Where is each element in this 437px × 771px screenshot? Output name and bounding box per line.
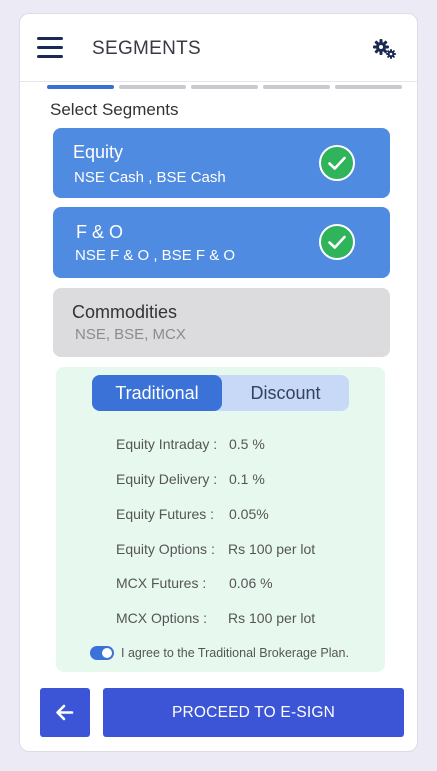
check-circle-icon (319, 145, 355, 181)
hamburger-menu-icon[interactable] (37, 37, 63, 59)
segment-commodities-card[interactable]: Commodities NSE, BSE, MCX (53, 288, 390, 357)
agree-row: I agree to the Traditional Brokerage Pla… (90, 645, 380, 663)
progress-step-2 (119, 85, 186, 89)
progress-step-3 (191, 85, 258, 89)
back-button[interactable] (40, 688, 90, 737)
rate-label: Equity Delivery : (116, 471, 218, 487)
rate-label: MCX Futures : (116, 575, 207, 591)
rate-value: 0.1 % (229, 471, 265, 487)
tab-discount[interactable]: Discount (222, 375, 349, 411)
select-segments-label: Select Segments (50, 100, 179, 119)
agree-toggle[interactable] (90, 646, 114, 660)
segment-exchanges: NSE F & O , BSE F & O (75, 247, 236, 264)
segment-name: F & O (76, 222, 124, 242)
progress-step-5 (335, 85, 402, 89)
rate-label: Equity Intraday : (116, 436, 218, 452)
segment-name: Commodities (72, 302, 178, 322)
proceed-to-esign-button[interactable]: PROCEED TO E-SIGN (103, 688, 404, 737)
rate-value: Rs 100 per lot (228, 541, 316, 557)
plan-toggle: Traditional Discount (92, 375, 349, 411)
rate-value: 0.05% (229, 506, 269, 522)
progress-step-1 (47, 85, 114, 89)
rate-value: 0.06 % (229, 575, 273, 591)
page-title: SEGMENTS (92, 38, 202, 59)
settings-gears-icon[interactable] (372, 38, 398, 60)
segment-fno-card[interactable]: F & O NSE F & O , BSE F & O (53, 207, 390, 278)
progress-step-4 (263, 85, 330, 89)
brokerage-plan-panel: Traditional Discount Equity Intraday : 0… (56, 367, 385, 672)
segment-name: Equity (73, 142, 124, 162)
rate-label: Equity Futures : (116, 506, 215, 522)
rate-value: Rs 100 per lot (228, 610, 316, 626)
segments-card: SEGMENTS Select Segments Equity NSE Cash… (19, 13, 418, 752)
tab-traditional[interactable]: Traditional (92, 375, 222, 411)
step-progress-bar (47, 85, 402, 89)
agree-text: I agree to the Traditional Brokerage Pla… (121, 646, 349, 660)
rate-value: 0.5 % (229, 436, 265, 452)
segment-equity-card[interactable]: Equity NSE Cash , BSE Cash (53, 128, 390, 198)
rate-label: Equity Options : (116, 541, 215, 557)
app-header: SEGMENTS (20, 14, 417, 82)
segment-exchanges: NSE Cash , BSE Cash (74, 169, 226, 186)
segment-exchanges: NSE, BSE, MCX (75, 326, 186, 343)
check-circle-icon (319, 224, 355, 260)
arrow-left-icon (56, 704, 74, 721)
rate-label: MCX Options : (116, 610, 208, 626)
